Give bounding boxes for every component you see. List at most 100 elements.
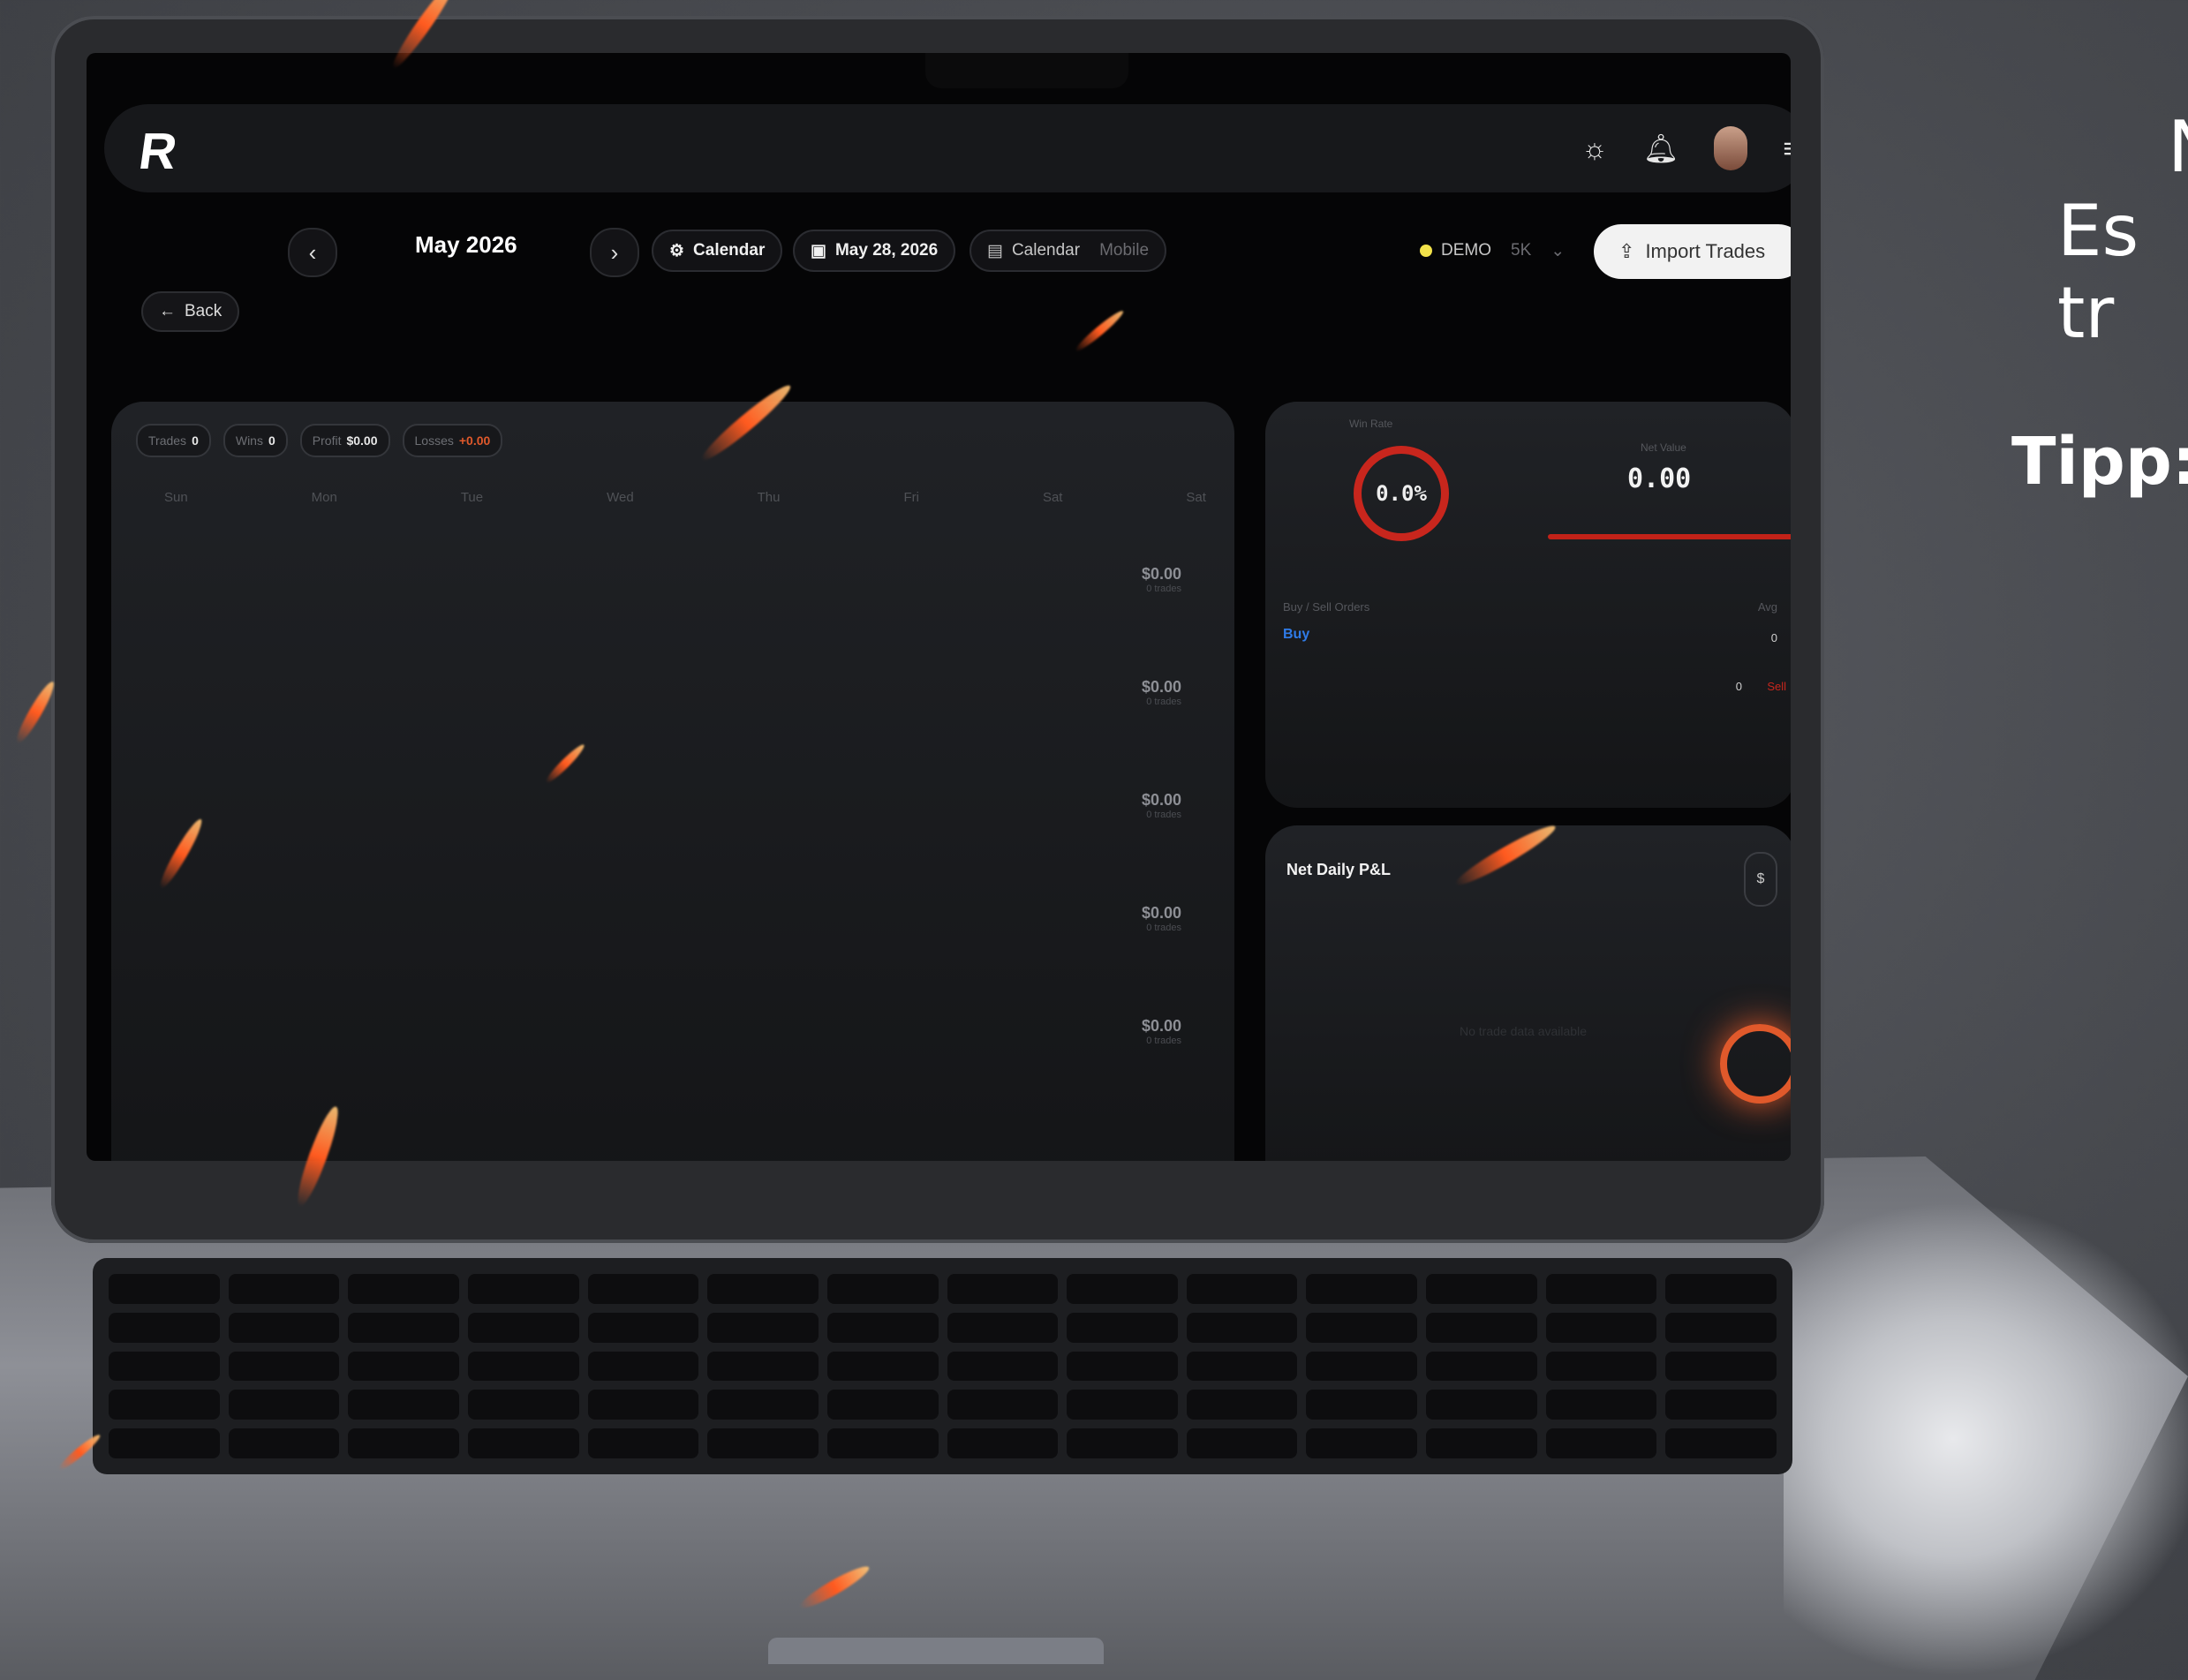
avg-caption: Avg [1757, 600, 1777, 614]
next-month-button[interactable]: › [590, 228, 639, 277]
key [587, 1274, 699, 1304]
calendar-button-label: Calendar [693, 241, 766, 260]
key [707, 1274, 819, 1304]
current-month: May 2026 [415, 231, 517, 258]
stat-label: Wins [235, 433, 263, 448]
key [109, 1312, 220, 1343]
empty-state: No trade data available [1460, 1024, 1587, 1038]
upload-icon: ⇪ [1618, 240, 1635, 262]
key [467, 1428, 579, 1458]
account-selector[interactable]: DEMO 5K ⌄ [1402, 230, 1582, 272]
weekday-label: Tue [460, 490, 484, 505]
key [587, 1390, 699, 1420]
net-daily-pnl-panel: Net Daily P&L $ No trade data available [1265, 825, 1791, 1161]
account-name: DEMO [1441, 241, 1491, 260]
key [707, 1428, 819, 1458]
stat-trades: Trades 0 [136, 424, 211, 457]
laptop-highlight [1784, 1201, 2188, 1677]
app-logo[interactable]: R [135, 122, 180, 181]
ring-caption: Win Rate [1349, 418, 1393, 430]
key [1067, 1390, 1178, 1420]
stat-profit: Profit $0.00 [299, 424, 390, 457]
week-total-value: $0.00 [1141, 791, 1181, 809]
overview-panel: Win Rate 0.0% Net Value 0.00 Buy / Sell … [1265, 402, 1791, 808]
date-picker-button[interactable]: ▣ May 28, 2026 [793, 230, 956, 272]
import-trades-button[interactable]: ⇪ Import Trades [1594, 224, 1791, 279]
week-total[interactable]: $0.00 0 trades [1142, 791, 1181, 820]
key [1306, 1274, 1418, 1304]
weekday-label: Thu [757, 490, 781, 505]
key [1426, 1312, 1537, 1343]
header-actions: ☼ 🔔︎ ≡ [1581, 126, 1791, 170]
stat-value: $0.00 [346, 433, 378, 448]
key [1665, 1274, 1777, 1304]
key [1545, 1428, 1657, 1458]
app-header: R ☼ 🔔︎ ≡ [104, 104, 1791, 192]
panel-title: Net Daily P&L [1286, 861, 1392, 878]
calendar-button[interactable]: ⚙ Calendar [652, 230, 783, 272]
key [348, 1390, 459, 1420]
net-value: 0.00 [1627, 463, 1692, 494]
weekday-label: Mon [311, 490, 337, 505]
week-total-sub: 0 trades [1146, 584, 1181, 594]
key [1545, 1312, 1657, 1343]
key [1186, 1351, 1298, 1382]
week-total[interactable]: $0.00 0 trades [1142, 904, 1181, 933]
weekday-label: Sat [1186, 490, 1206, 505]
side-heading: N [2168, 106, 2188, 188]
view-calendar-label[interactable]: Calendar [1012, 241, 1080, 260]
calendar-view-icon: ▤ [987, 241, 1003, 260]
import-trades-label: Import Trades [1645, 240, 1766, 262]
key [1426, 1428, 1537, 1458]
menu-icon[interactable]: ≡ [1783, 134, 1791, 162]
week-total-value: $0.00 [1141, 678, 1181, 696]
keyboard [93, 1258, 1792, 1474]
key [348, 1274, 459, 1304]
key [947, 1274, 1059, 1304]
key [1545, 1390, 1657, 1420]
key [228, 1351, 340, 1382]
key [707, 1312, 819, 1343]
bell-icon[interactable]: 🔔︎ [1643, 134, 1679, 162]
side-subheading: Es tr [2057, 190, 2139, 354]
row-value: 0 [1735, 680, 1742, 693]
laptop-front-edge [768, 1638, 1104, 1664]
week-total-sub: 0 trades [1146, 697, 1181, 707]
key [1665, 1312, 1777, 1343]
key [947, 1428, 1059, 1458]
calendar-icon: ▣ [811, 241, 826, 260]
stat-value: +0.00 [458, 433, 491, 448]
avatar[interactable] [1714, 126, 1748, 170]
week-total[interactable]: $0.00 0 trades [1142, 678, 1181, 707]
view-toggle[interactable]: ▤ Calendar Mobile [970, 230, 1167, 272]
weekday-label: Sun [164, 490, 188, 505]
row-value: 0 [1770, 631, 1777, 644]
key [467, 1274, 579, 1304]
prev-month-button[interactable]: ‹ [288, 228, 337, 277]
key [826, 1351, 939, 1382]
key [109, 1351, 220, 1382]
week-totals: $0.00 0 trades $0.00 0 trades $0.00 0 trade… [1142, 565, 1181, 1046]
sun-icon[interactable]: ☼ [1581, 134, 1607, 162]
key [1306, 1390, 1418, 1420]
key [1545, 1274, 1657, 1304]
key [348, 1351, 459, 1382]
key [1067, 1312, 1178, 1343]
week-total-sub: 0 trades [1146, 810, 1181, 820]
week-total[interactable]: $0.00 0 trades [1142, 1017, 1181, 1046]
view-mobile-label[interactable]: Mobile [1099, 241, 1149, 260]
key [707, 1351, 819, 1382]
key [228, 1390, 340, 1420]
week-total-sub: 0 trades [1146, 1036, 1181, 1046]
currency-toggle[interactable]: $ [1744, 852, 1777, 907]
week-total[interactable]: $0.00 0 trades [1142, 565, 1181, 594]
week-total-value: $0.00 [1141, 565, 1181, 583]
key [1306, 1351, 1418, 1382]
key [109, 1274, 220, 1304]
back-button[interactable]: ← Back [141, 291, 240, 332]
key [947, 1390, 1059, 1420]
key [1306, 1312, 1418, 1343]
chevron-down-icon: ⌄ [1550, 241, 1566, 260]
buy-label: Buy [1283, 627, 1310, 642]
key [467, 1312, 579, 1343]
